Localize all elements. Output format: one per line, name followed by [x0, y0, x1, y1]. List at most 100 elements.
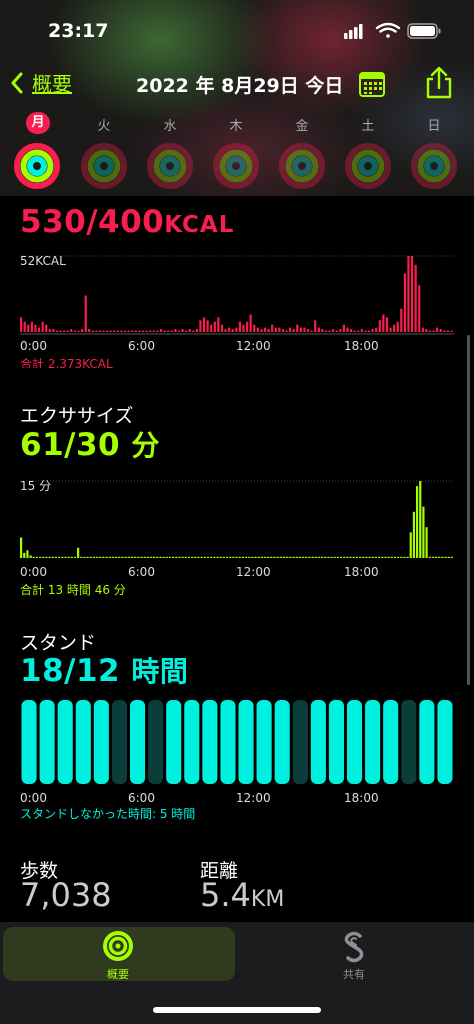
move-bar	[202, 317, 206, 332]
exercise-bar	[308, 556, 311, 558]
exercise-bar	[374, 556, 377, 558]
exercise-tick-6: 6:00	[128, 565, 155, 579]
day-label-mon[interactable]: 月	[26, 112, 50, 134]
day-label-wed[interactable]: 水	[155, 115, 185, 134]
exercise-bar	[48, 556, 51, 558]
move-bar	[195, 329, 198, 332]
move-chart: 52KCAL 0:00 6:00 12:00 18:00 合計 2,373KCA…	[20, 254, 454, 368]
day-label-thu[interactable]: 木	[221, 115, 251, 134]
scrollbar[interactable]	[467, 335, 470, 685]
stand-hour-bar	[202, 700, 218, 784]
back-button[interactable]: 概要	[10, 68, 72, 97]
move-bar	[267, 329, 270, 332]
move-bar	[131, 330, 134, 332]
move-bar	[174, 329, 177, 332]
move-bar	[360, 329, 363, 332]
move-bar	[163, 330, 166, 332]
move-value-line: 530/400KCAL	[20, 204, 234, 240]
status-icons	[344, 22, 441, 39]
exercise-bar	[301, 556, 305, 558]
move-bar	[48, 329, 51, 332]
exercise-bar	[282, 556, 286, 558]
stand-hour-bar-missed	[111, 700, 127, 784]
exercise-bar	[187, 556, 191, 558]
stand-tick-6: 6:00	[128, 791, 155, 805]
move-bar	[425, 329, 428, 332]
move-bar	[367, 330, 371, 332]
exercise-bar	[387, 556, 390, 558]
calendar-icon[interactable]	[358, 70, 386, 98]
exercise-bar	[349, 556, 352, 558]
move-bar	[418, 285, 421, 332]
exercise-bar	[320, 556, 324, 558]
exercise-bar	[165, 556, 168, 558]
stand-hour-bar	[39, 700, 55, 784]
move-value: 530/400	[20, 204, 165, 240]
move-bar	[393, 324, 396, 332]
exercise-bar	[267, 556, 270, 558]
exercise-bar	[222, 556, 225, 558]
exercise-bar	[229, 556, 232, 558]
move-bar	[30, 321, 33, 332]
stand-value-line: 18/12 時間	[20, 650, 188, 690]
move-bar	[410, 256, 414, 332]
exercise-bar	[371, 556, 374, 558]
exercise-bar	[210, 556, 213, 558]
exercise-bar	[333, 556, 336, 558]
move-bar	[281, 329, 285, 332]
day-label-fri[interactable]: 金	[287, 115, 317, 134]
content-pane[interactable]: 530/400KCAL 52KCAL 0:00 6:00 12:00 18:00…	[0, 196, 474, 920]
stand-hour-bar	[419, 700, 435, 784]
exercise-bar	[428, 556, 431, 558]
activity-rings-tue[interactable]	[80, 142, 128, 190]
sharing-tab-icon[interactable]	[340, 930, 368, 964]
move-bar	[400, 308, 403, 332]
stand-hour-bar	[365, 700, 381, 784]
activity-rings-mon[interactable]	[13, 142, 61, 190]
exercise-bar	[108, 556, 111, 558]
move-bar	[253, 324, 256, 332]
exercise-bar	[270, 556, 273, 558]
move-bar	[34, 324, 37, 332]
exercise-bar	[396, 556, 400, 558]
exercise-bar	[184, 556, 187, 558]
day-label-sun[interactable]: 日	[419, 115, 449, 134]
activity-rings-sun[interactable]	[410, 142, 458, 190]
day-label-sat[interactable]: 土	[353, 115, 383, 134]
exercise-bar	[235, 556, 238, 558]
move-bar	[37, 327, 41, 332]
activity-rings-fri[interactable]	[278, 142, 326, 190]
exercise-bar	[362, 556, 365, 558]
stand-hour-bar	[220, 700, 236, 784]
day-label-tue[interactable]: 火	[89, 115, 119, 134]
activity-rings-thu[interactable]	[212, 142, 260, 190]
exercise-bar	[295, 556, 298, 558]
stand-hour-bar	[256, 700, 272, 784]
exercise-tick-0: 0:00	[20, 565, 47, 579]
exercise-bar	[200, 556, 203, 558]
activity-rings-wed[interactable]	[146, 142, 194, 190]
exercise-bar	[352, 556, 355, 558]
exercise-bar	[111, 556, 115, 558]
move-bar	[414, 264, 417, 332]
activity-rings-sat[interactable]	[344, 142, 392, 190]
exercise-bar	[32, 556, 35, 558]
move-bar	[228, 327, 231, 332]
tab-sharing-label[interactable]: 共有	[314, 966, 394, 982]
move-bar	[124, 330, 127, 332]
move-tick-0: 0:00	[20, 339, 47, 353]
stand-unit: 時間	[131, 655, 189, 688]
exercise-bar	[80, 556, 83, 558]
exercise-total: 合計 13 時間 46 分	[20, 582, 126, 596]
battery-icon	[407, 23, 441, 39]
share-icon[interactable]	[424, 66, 454, 100]
exercise-bar	[140, 556, 143, 558]
move-bar	[95, 330, 98, 332]
exercise-bar	[317, 556, 320, 558]
exercise-unit: 分	[131, 429, 160, 462]
move-bar	[403, 273, 406, 332]
chevron-left-icon	[11, 72, 23, 93]
exercise-bar	[206, 556, 210, 558]
week-day-labels: 月 火 水 木 金 土 日	[0, 112, 474, 135]
move-bar	[184, 330, 188, 332]
